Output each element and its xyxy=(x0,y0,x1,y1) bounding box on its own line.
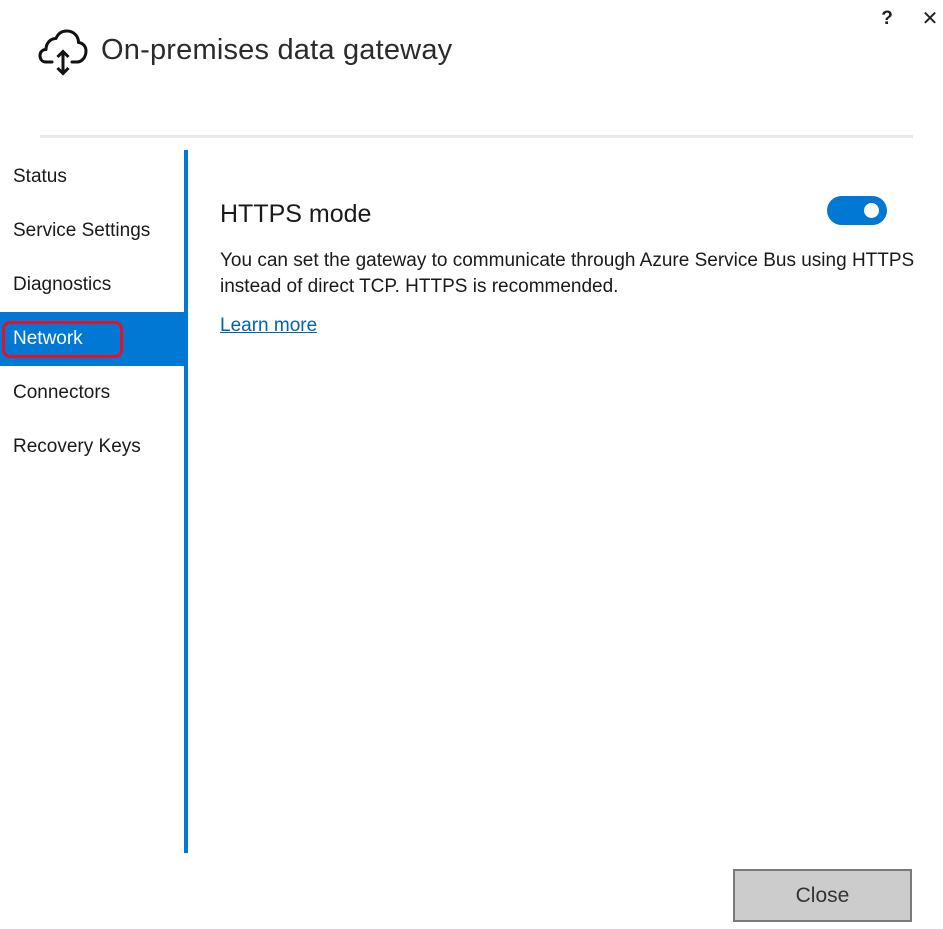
toggle-knob xyxy=(864,203,879,218)
https-description: You can set the gateway to communicate t… xyxy=(220,250,915,297)
sidebar-divider xyxy=(184,150,188,853)
cloud-upload-download-icon xyxy=(38,28,90,76)
annotation-highlight xyxy=(2,321,123,358)
sidebar-item-label: Connectors xyxy=(13,382,111,403)
sidebar-item-diagnostics[interactable]: Diagnostics xyxy=(0,258,185,312)
sidebar-item-connectors[interactable]: Connectors xyxy=(0,366,185,420)
app-title: On-premises data gateway xyxy=(101,34,453,66)
window-close-button[interactable]: ✕ xyxy=(920,6,940,32)
sidebar-item-label: Recovery Keys xyxy=(13,436,141,457)
sidebar-nav: Status Service Settings Diagnostics Netw… xyxy=(0,150,185,474)
header-divider xyxy=(40,135,913,138)
sidebar-item-label: Status xyxy=(13,166,67,187)
sidebar-item-service-settings[interactable]: Service Settings xyxy=(0,204,185,258)
sidebar-item-network[interactable]: Network xyxy=(0,312,185,366)
sidebar-item-recovery-keys[interactable]: Recovery Keys xyxy=(0,420,185,474)
close-button[interactable]: Close xyxy=(733,869,912,922)
sidebar-item-status[interactable]: Status xyxy=(0,150,185,204)
sidebar-item-label: Service Settings xyxy=(13,220,151,241)
https-mode-toggle[interactable] xyxy=(827,196,887,225)
section-title: HTTPS mode xyxy=(220,200,372,228)
learn-more-link[interactable]: Learn more xyxy=(220,315,317,337)
help-button[interactable]: ? xyxy=(878,6,896,32)
sidebar-item-label: Diagnostics xyxy=(13,274,112,295)
